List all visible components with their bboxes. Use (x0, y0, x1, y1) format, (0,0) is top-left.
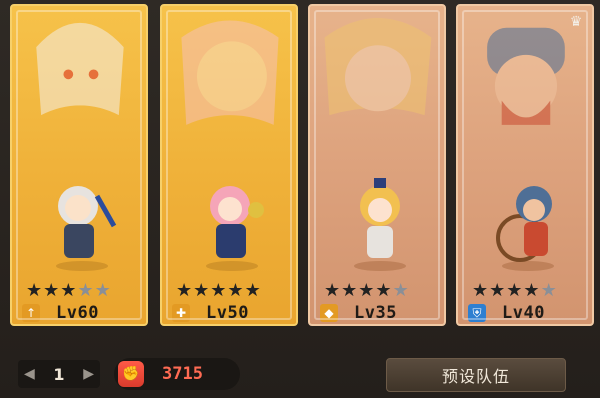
hero-chibi (354, 178, 406, 271)
hero-portrait (487, 27, 565, 125)
star-icon: ★ (244, 280, 261, 301)
power-value: 3715 (162, 364, 203, 384)
star-icon: ★ (341, 280, 358, 301)
star-icon: ★ (193, 280, 210, 301)
diamond-icon: ◆ (320, 304, 338, 322)
hero-portrait (181, 20, 279, 125)
star-rating: ★ ★ ★ ★ ★ (26, 282, 111, 300)
shield-icon: ⛨ (468, 304, 486, 322)
star-rating: ★ ★ ★ ★ ★ (472, 282, 557, 300)
hero-level: Lv40 (502, 303, 545, 323)
star-icon: ★ (60, 280, 77, 301)
star-rating: ★ ★ ★ ★ ★ (324, 282, 409, 300)
star-icon: ★ (227, 280, 244, 301)
arrow-up-icon: ↑ (22, 304, 40, 322)
star-rating: ★ ★ ★ ★ ★ (176, 282, 261, 300)
team-stepper: ◀ 1 ▶ (18, 360, 100, 388)
star-icon: ★ (392, 280, 409, 301)
star-icon: ★ (540, 280, 557, 301)
fist-icon: ✊ (118, 361, 144, 387)
hero-level: Lv50 (206, 303, 249, 323)
hero-chibi (56, 186, 117, 271)
star-icon: ★ (523, 280, 540, 301)
prev-arrow-icon[interactable]: ◀ (24, 366, 35, 382)
star-icon: ★ (324, 280, 341, 301)
hero-chibi (206, 186, 264, 271)
hero-level: Lv60 (56, 303, 99, 323)
hero-level: Lv35 (354, 303, 397, 323)
star-icon: ★ (506, 280, 523, 301)
hero-card-2[interactable]: ★ ★ ★ ★ ★ ✚ Lv50 (160, 4, 298, 326)
team-power: ✊ 3715 (114, 358, 240, 390)
star-icon: ★ (489, 280, 506, 301)
star-icon: ★ (43, 280, 60, 301)
star-icon: ★ (210, 280, 227, 301)
star-icon: ★ (472, 280, 489, 301)
preset-team-button[interactable]: 预设队伍 (386, 358, 566, 392)
star-icon: ★ (26, 280, 43, 301)
hero-card-1[interactable]: ★ ★ ★ ★ ★ ↑ Lv60 (10, 4, 148, 326)
star-icon: ★ (375, 280, 392, 301)
crown-icon: ♛ (569, 14, 583, 30)
team-screen: ★ ★ ★ ★ ★ ↑ Lv60 ★ ★ ★ ★ ★ ✚ Lv50 ★ ★ ★ … (0, 0, 600, 398)
team-index: 1 (53, 364, 65, 384)
team-bottom-bar: ◀ 1 ▶ ✊ 3715 预设队伍 (0, 350, 600, 398)
hero-chibi (496, 186, 554, 271)
star-icon: ★ (94, 280, 111, 301)
hero-card-3[interactable]: ★ ★ ★ ★ ★ ◆ Lv35 (308, 4, 446, 326)
cross-icon: ✚ (172, 304, 190, 322)
star-icon: ★ (176, 280, 193, 301)
hero-card-4[interactable]: ★ ★ ★ ★ ★ ⛨ Lv40 ♛ (456, 4, 594, 326)
next-arrow-icon[interactable]: ▶ (83, 366, 94, 382)
hero-portrait (36, 22, 124, 116)
star-icon: ★ (358, 280, 375, 301)
hero-portrait (324, 18, 432, 116)
star-icon: ★ (77, 280, 94, 301)
